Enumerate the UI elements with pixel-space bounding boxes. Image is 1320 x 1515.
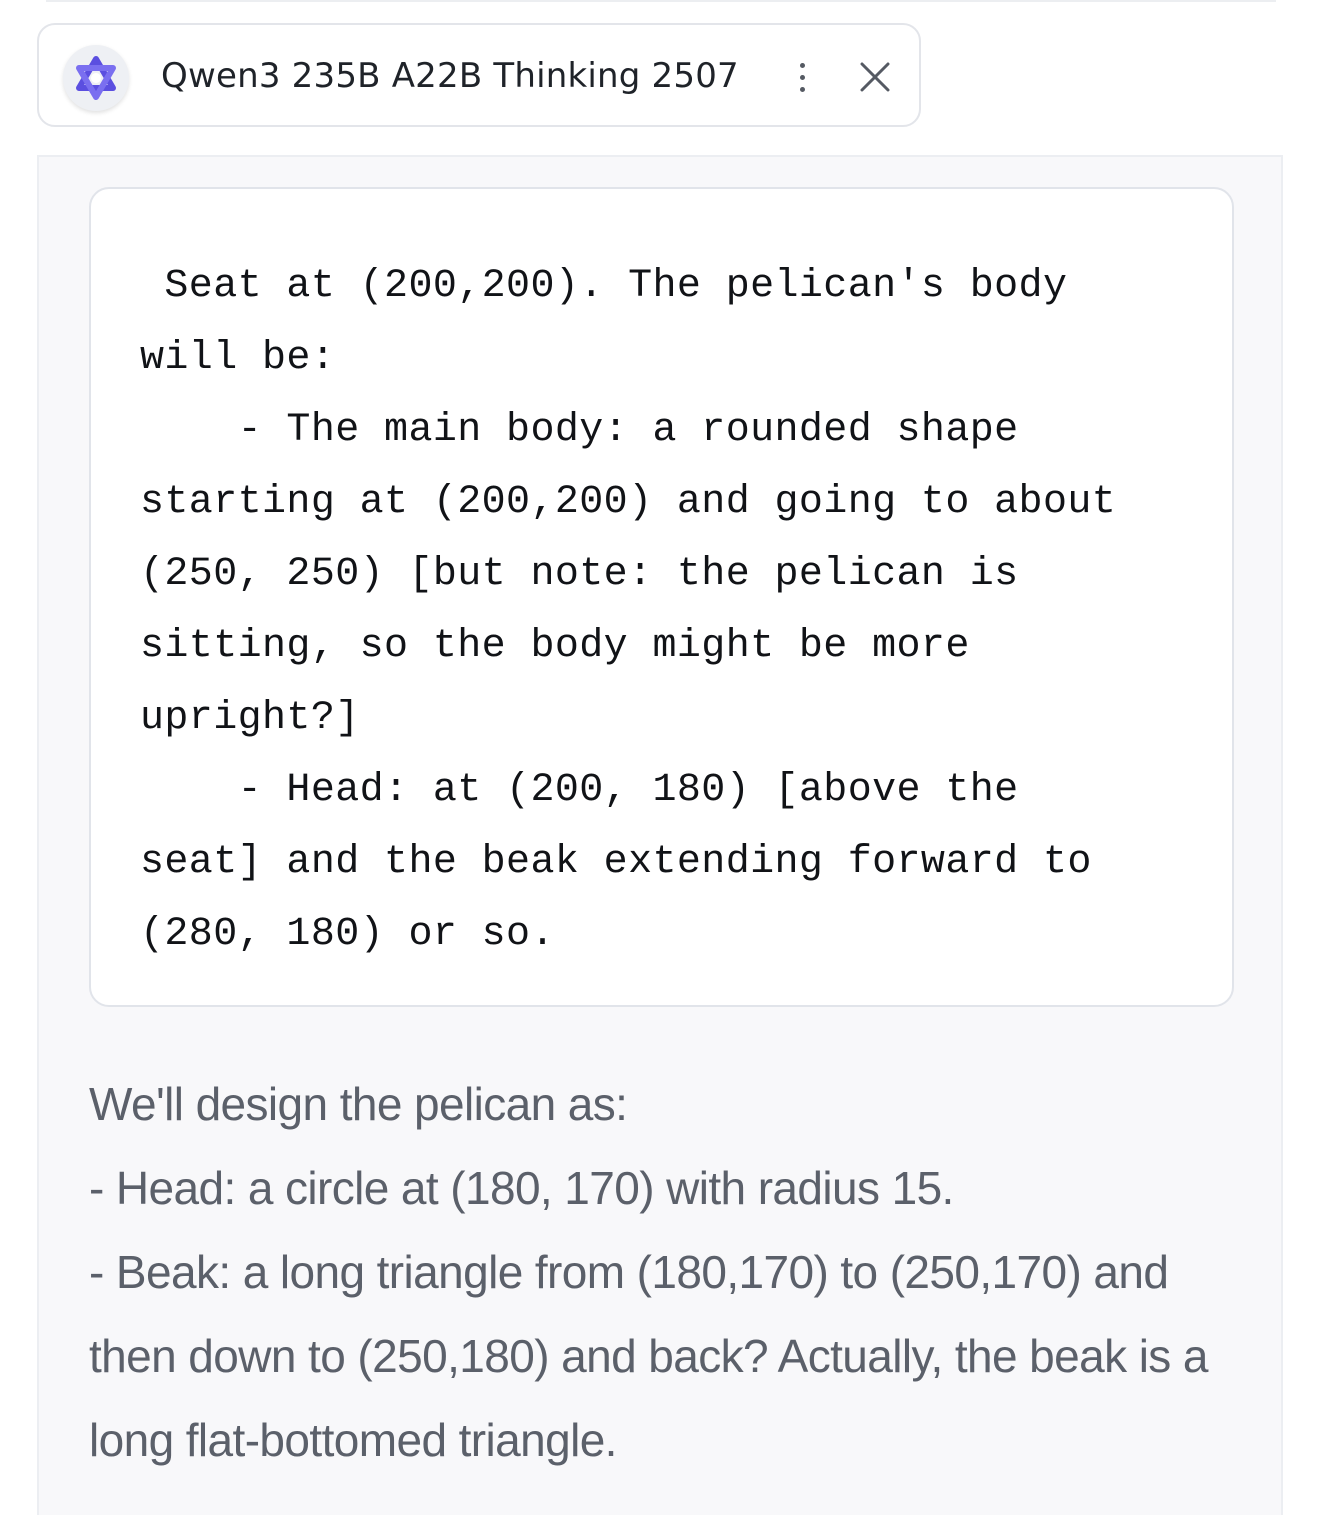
prose-intro: We'll design the pelican as: <box>89 1078 628 1130</box>
model-header-chip: Qwen3 235B A22B Thinking 2507 <box>37 23 921 127</box>
qwen-logo-icon <box>63 45 129 111</box>
close-icon[interactable] <box>853 55 897 99</box>
kebab-menu-icon[interactable] <box>787 55 817 99</box>
reasoning-text: We'll design the pelican as: - Head: a c… <box>89 1062 1239 1482</box>
code-text: Seat at (200,200). The pelican's body wi… <box>140 264 1117 957</box>
reasoning-panel[interactable]: Seat at (200,200). The pelican's body wi… <box>37 155 1283 1515</box>
prose-beak-line: - Beak: a long triangle from (180,170) t… <box>89 1246 1208 1466</box>
code-block: Seat at (200,200). The pelican's body wi… <box>89 187 1234 1007</box>
model-name: Qwen3 235B A22B Thinking 2507 <box>161 56 739 96</box>
prose-head-line: - Head: a circle at (180, 170) with radi… <box>89 1162 954 1214</box>
top-divider <box>46 0 1276 2</box>
